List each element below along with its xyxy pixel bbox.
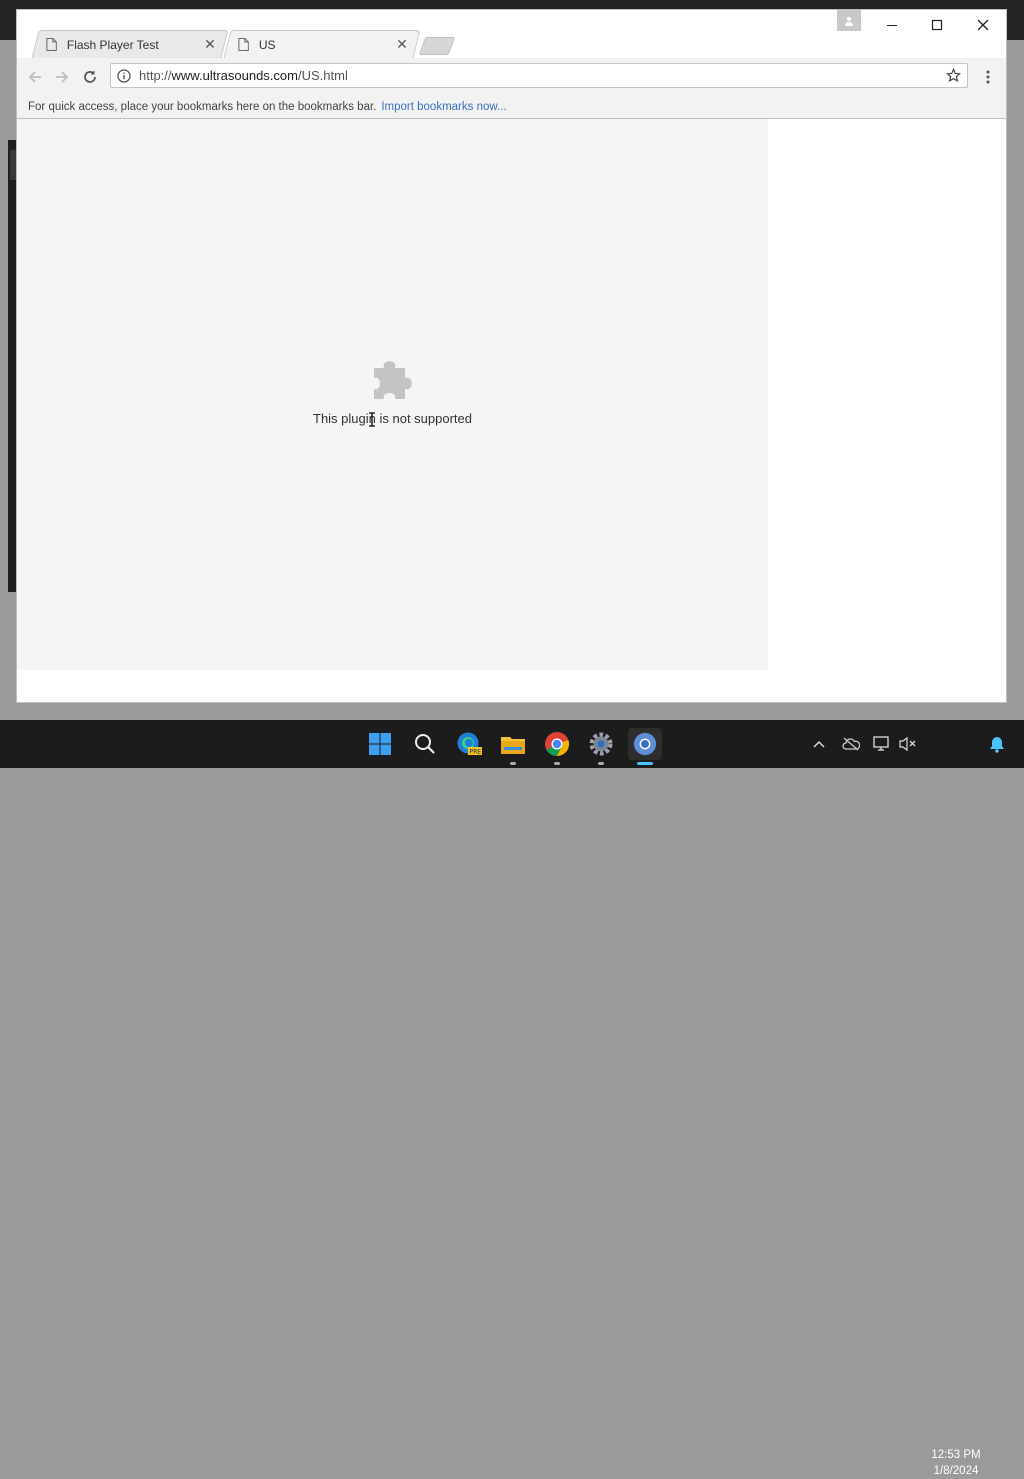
arrow-left-icon <box>28 71 41 83</box>
tab-flash-player-test[interactable]: Flash Player Test ✕ <box>31 30 229 58</box>
network-icon <box>873 736 889 751</box>
browser-window: Flash Player Test ✕ US ✕ http://www.ultr… <box>17 10 1006 702</box>
running-indicator <box>554 762 560 765</box>
taskbar-settings[interactable] <box>585 728 617 760</box>
notification-bell-icon <box>990 736 1004 753</box>
running-indicator <box>598 762 604 765</box>
network-tray[interactable] <box>872 734 892 754</box>
tab-strip: Flash Player Test ✕ US ✕ <box>17 10 1006 58</box>
forward-button[interactable] <box>50 65 74 89</box>
reload-icon <box>84 70 96 83</box>
onedrive-tray[interactable] <box>841 734 861 754</box>
profile-button[interactable] <box>837 10 861 31</box>
document-icon <box>238 38 249 51</box>
close-icon <box>977 19 989 31</box>
svg-text:PRE: PRE <box>470 749 482 756</box>
taskbar-edge-beta[interactable]: PRE <box>453 728 485 760</box>
volume-muted-icon <box>899 736 916 752</box>
tab-close-icon[interactable]: ✕ <box>204 37 216 53</box>
clock[interactable]: 12:53 PM 1/8/2024 <box>922 1447 990 1479</box>
chrome-icon <box>545 732 570 757</box>
document-icon <box>46 38 57 51</box>
show-hidden-icons-button[interactable] <box>809 734 829 754</box>
bookmark-star-icon[interactable] <box>946 68 961 83</box>
url-path: /US.html <box>297 68 348 83</box>
toolbar: http://www.ultrasounds.com/US.html <box>17 58 1006 95</box>
url-text[interactable]: http://www.ultrasounds.com/US.html <box>139 68 946 83</box>
tab-close-icon[interactable]: ✕ <box>396 37 408 53</box>
minimize-icon <box>887 25 897 26</box>
page-content: This plugin is not supported <box>17 119 1006 702</box>
reload-button[interactable] <box>78 65 102 89</box>
back-button[interactable] <box>23 65 47 89</box>
maximize-button[interactable] <box>914 10 960 40</box>
import-bookmarks-link[interactable]: Import bookmarks now... <box>381 101 506 113</box>
search-icon <box>415 734 435 754</box>
settings-icon <box>589 732 613 756</box>
clock-date: 1/8/2024 <box>933 1465 979 1477</box>
url-scheme: http:// <box>139 68 172 83</box>
arrow-right-icon <box>56 71 69 83</box>
volume-tray[interactable] <box>898 734 918 754</box>
running-indicator <box>510 762 516 765</box>
new-tab-button[interactable] <box>418 37 456 55</box>
taskbar: PRE 12:53 PM 1/8/2024 <box>0 720 1024 1477</box>
file-explorer-icon <box>501 737 525 754</box>
address-bar[interactable]: http://www.ultrasounds.com/US.html <box>110 63 968 88</box>
start-icon <box>369 733 391 755</box>
tab-title: US <box>258 37 276 52</box>
clock-time: 12:53 PM <box>931 1449 981 1461</box>
chevron-up-icon <box>813 740 825 748</box>
maximize-icon <box>931 19 943 31</box>
plugin-unsupported-message: This plugin is not supported <box>313 411 472 426</box>
taskbar-chromium[interactable] <box>628 728 662 760</box>
puzzle-piece-icon <box>374 361 412 399</box>
info-icon[interactable] <box>117 68 131 83</box>
taskbar-file-explorer[interactable] <box>497 728 529 760</box>
tab-us[interactable]: US ✕ <box>223 30 421 58</box>
browser-menu-button[interactable] <box>979 66 997 88</box>
url-host: www.ultrasounds.com <box>171 68 298 83</box>
active-app-indicator <box>637 762 653 765</box>
more-vertical-icon <box>986 70 990 84</box>
bookmarks-bar: For quick access, place your bookmarks h… <box>17 95 1006 119</box>
person-icon <box>845 16 853 26</box>
edge-beta-icon: PRE <box>457 732 482 756</box>
chromium-icon <box>633 732 657 756</box>
notifications-button[interactable] <box>987 734 1007 754</box>
taskbar-search-button[interactable] <box>409 728 441 760</box>
start-button[interactable] <box>364 728 396 760</box>
taskbar-chrome[interactable] <box>541 728 573 760</box>
text-cursor-icon <box>369 412 375 427</box>
close-window-button[interactable] <box>960 10 1006 40</box>
onedrive-icon <box>842 737 860 751</box>
tab-title: Flash Player Test <box>66 37 159 52</box>
plugin-placeholder[interactable]: This plugin is not supported <box>17 119 768 670</box>
bookmarks-hint: For quick access, place your bookmarks h… <box>28 100 377 113</box>
minimize-button[interactable] <box>869 10 915 40</box>
